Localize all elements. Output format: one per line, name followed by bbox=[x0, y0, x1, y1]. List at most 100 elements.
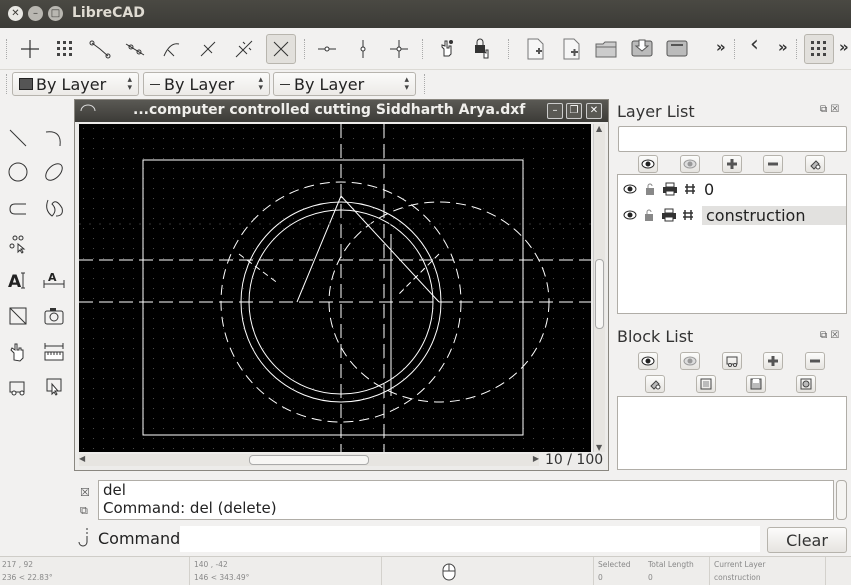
layer-filter-input[interactable] bbox=[618, 126, 847, 152]
tool-text[interactable]: A bbox=[4, 266, 32, 294]
line-type-combo[interactable]: By Layer ▴ ▾ bbox=[143, 72, 270, 96]
printer-icon[interactable] bbox=[661, 207, 677, 223]
toolbar-overflow-button[interactable]: » bbox=[716, 38, 726, 56]
tool-insert[interactable] bbox=[40, 372, 68, 400]
close-icon[interactable]: ☒ bbox=[830, 104, 839, 115]
tool-image[interactable] bbox=[40, 302, 68, 330]
scroll-up-arrow[interactable]: ▲ bbox=[596, 124, 602, 133]
hide-all-blocks-button[interactable] bbox=[680, 352, 700, 370]
printer-icon[interactable] bbox=[662, 181, 678, 197]
scroll-right-arrow[interactable]: ▶ bbox=[533, 454, 539, 463]
tool-hatch[interactable] bbox=[4, 302, 32, 330]
show-all-blocks-button[interactable] bbox=[638, 352, 658, 370]
eye-icon[interactable] bbox=[622, 207, 637, 223]
vertical-scrollbar[interactable]: ▲ ▼ bbox=[593, 124, 605, 452]
insert-block-button[interactable] bbox=[796, 375, 816, 393]
scrollbar-thumb[interactable] bbox=[249, 455, 369, 465]
unlock-icon[interactable] bbox=[641, 207, 656, 223]
new-file-button[interactable] bbox=[520, 34, 550, 64]
minimize-window-button[interactable]: – bbox=[28, 6, 43, 21]
unlock-icon[interactable] bbox=[642, 181, 658, 197]
tool-select[interactable] bbox=[4, 230, 32, 258]
drawing-restore-button[interactable]: ❐ bbox=[566, 103, 582, 119]
tool-measure[interactable] bbox=[40, 338, 68, 366]
toolbar-grip[interactable] bbox=[508, 39, 511, 59]
snap-middle-button[interactable] bbox=[193, 34, 223, 64]
add-block-button[interactable] bbox=[763, 352, 783, 370]
save-button[interactable] bbox=[627, 34, 657, 64]
save-block-button[interactable] bbox=[746, 375, 766, 393]
tool-dimension[interactable]: A bbox=[40, 266, 68, 294]
tool-circle[interactable] bbox=[4, 158, 32, 186]
tool-arc[interactable] bbox=[40, 124, 68, 152]
drawing-minimize-button[interactable]: – bbox=[547, 103, 563, 119]
snap-distance-button[interactable] bbox=[229, 34, 259, 64]
line-width-combo[interactable]: By Layer ▴ ▾ bbox=[273, 72, 416, 96]
tool-ellipse[interactable] bbox=[40, 158, 68, 186]
snap-intersection-button[interactable] bbox=[266, 34, 296, 64]
scroll-left-arrow[interactable]: ◀ bbox=[79, 454, 85, 463]
tool-modify[interactable] bbox=[4, 338, 32, 366]
construction-toggle-icon[interactable] bbox=[681, 207, 696, 223]
toolbar-grip[interactable] bbox=[304, 39, 307, 59]
snap-on-entity-button[interactable] bbox=[120, 34, 150, 64]
block-list[interactable] bbox=[617, 396, 847, 470]
command-input[interactable] bbox=[180, 526, 760, 552]
float-icon[interactable]: ⧉ bbox=[80, 502, 90, 520]
close-icon[interactable]: ☒ bbox=[80, 484, 90, 502]
drawing-title-bar[interactable]: ...computer controlled cutting Siddharth… bbox=[75, 100, 608, 122]
scrollbar-thumb[interactable] bbox=[595, 259, 604, 329]
toolbar-overflow-button-2[interactable]: » bbox=[778, 38, 788, 56]
restrict-orthogonal-button[interactable] bbox=[384, 34, 414, 64]
float-icon[interactable]: ⧉ bbox=[820, 330, 827, 341]
history-scrollbar[interactable] bbox=[836, 480, 847, 520]
tool-block[interactable] bbox=[4, 372, 32, 400]
toolbar-overflow-button-3[interactable]: » bbox=[839, 38, 849, 56]
remove-layer-button[interactable] bbox=[763, 155, 783, 173]
toolbar-grip[interactable] bbox=[6, 74, 9, 94]
add-layer-button[interactable] bbox=[722, 155, 742, 173]
remove-block-button[interactable] bbox=[805, 352, 825, 370]
tool-line[interactable] bbox=[4, 124, 32, 152]
eye-icon[interactable] bbox=[622, 181, 638, 197]
snap-center-button[interactable] bbox=[156, 34, 186, 64]
toolbar-grip[interactable] bbox=[734, 39, 737, 59]
set-relative-zero-button[interactable] bbox=[432, 34, 462, 64]
show-all-layers-button[interactable] bbox=[638, 155, 658, 173]
layer-row[interactable]: construction bbox=[618, 203, 846, 227]
float-icon[interactable]: ⧉ bbox=[820, 104, 827, 115]
toolbar-grip[interactable] bbox=[6, 39, 9, 59]
snap-endpoint-button[interactable] bbox=[85, 34, 115, 64]
scroll-down-arrow[interactable]: ▼ bbox=[596, 443, 602, 452]
tool-spline[interactable] bbox=[40, 194, 68, 222]
layer-row[interactable]: 0 bbox=[618, 177, 846, 201]
color-combo[interactable]: By Layer ▴ ▾ bbox=[12, 72, 139, 96]
grid-toggle-button[interactable] bbox=[804, 34, 834, 64]
edit-layer-button[interactable] bbox=[805, 155, 825, 173]
tool-polyline[interactable] bbox=[4, 194, 32, 222]
close-window-button[interactable]: ✕ bbox=[8, 6, 23, 21]
toolbar-grip[interactable] bbox=[796, 39, 799, 59]
clear-button[interactable]: Clear bbox=[767, 527, 847, 553]
toolbar-back-button[interactable]: ‹ bbox=[750, 32, 759, 57]
toolbar-grip[interactable] bbox=[424, 74, 427, 94]
open-file-button[interactable] bbox=[591, 34, 621, 64]
toolbar-grip[interactable] bbox=[422, 39, 425, 59]
construction-toggle-icon[interactable] bbox=[682, 181, 698, 197]
maximize-window-button[interactable]: □ bbox=[48, 6, 63, 21]
lock-relative-zero-button[interactable] bbox=[467, 34, 497, 64]
drawing-close-button[interactable]: ✕ bbox=[586, 103, 602, 119]
drawing-canvas[interactable] bbox=[79, 124, 591, 452]
create-block-button[interactable] bbox=[722, 352, 742, 370]
snap-grid-button[interactable] bbox=[50, 34, 80, 64]
new-from-template-button[interactable] bbox=[556, 34, 586, 64]
snap-free-button[interactable] bbox=[15, 34, 45, 64]
restrict-vertical-button[interactable] bbox=[348, 34, 378, 64]
edit-block-button[interactable] bbox=[696, 375, 716, 393]
restrict-horizontal-button[interactable] bbox=[312, 34, 342, 64]
save-as-button[interactable] bbox=[662, 34, 692, 64]
rename-block-button[interactable] bbox=[645, 375, 665, 393]
close-icon[interactable]: ☒ bbox=[830, 330, 839, 341]
horizontal-scrollbar[interactable]: ◀ ▶ bbox=[79, 454, 539, 466]
hide-all-layers-button[interactable] bbox=[680, 155, 700, 173]
